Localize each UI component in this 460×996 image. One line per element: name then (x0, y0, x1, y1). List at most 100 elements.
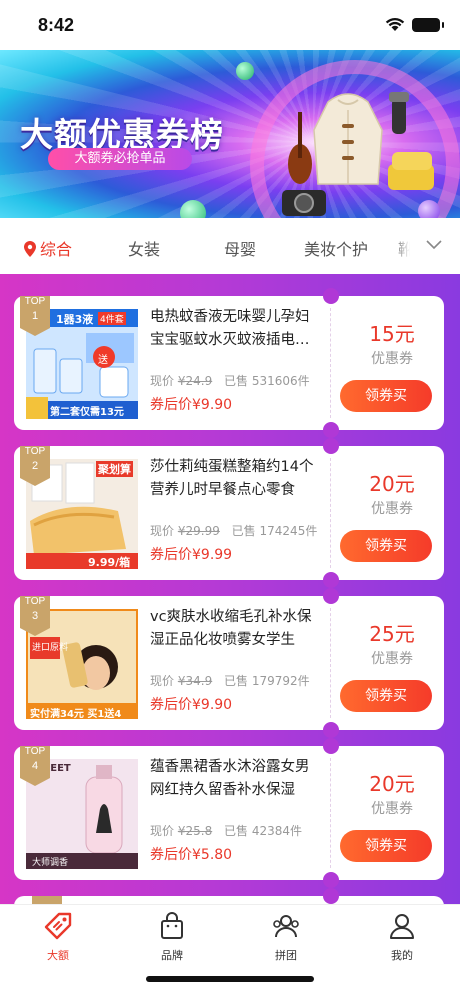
price-prefix: 现价 (150, 674, 175, 688)
thumb-text: 1器3液 (56, 313, 94, 326)
coupon-label: 优惠券 (371, 801, 413, 817)
nav-coupon[interactable]: 大额 (18, 911, 98, 963)
product-title[interactable]: 蕴香黑裙香水沐浴露女男网红持久留香补水保湿 (150, 756, 315, 802)
location-pin-icon (24, 241, 36, 257)
nav-label: 大额 (47, 949, 69, 962)
product-card[interactable]: 1器3液 4件套 送 第二套仅需13元 TOP 1 电热蚊香液无味婴儿孕妇宝宝驱… (14, 288, 444, 438)
thumb-bottom: 实付满34元 买1送4 (30, 709, 122, 719)
coupon-amount: 25元 (369, 622, 415, 646)
nav-label: 品牌 (161, 949, 183, 962)
rank-number: 2 (31, 460, 39, 472)
rank-badge: TOP 4 (20, 746, 50, 786)
product-title[interactable]: 莎仕莉纯蛋糕整箱约14个营养儿时早餐点心零食 (150, 456, 315, 502)
wifi-icon (385, 17, 405, 31)
bottom-tab-bar: 大额 品牌 拼团 我的 (0, 904, 460, 996)
coupon-amount: 15元 (369, 322, 415, 346)
product-card[interactable] (14, 888, 444, 904)
tab-beauty-care[interactable]: 美妆个护 (304, 236, 368, 260)
rank-number: 4 (31, 760, 39, 772)
original-price: ¥29.99 (177, 524, 220, 538)
sold-prefix: 已售 (224, 374, 249, 388)
product-meta: 现价 ¥29.99 已售 174245件 (150, 522, 317, 539)
banner-subtitle: 大额券必抢单品 (48, 148, 192, 170)
after-coupon-price: 券后价¥9.90 (150, 694, 232, 714)
card-divider (330, 608, 331, 718)
hero-banner[interactable]: 大额优惠券榜 大额券必抢单品 (0, 50, 460, 218)
price-prefix: 现价 (150, 824, 175, 838)
after-coupon-prefix: 券后价 (150, 547, 192, 563)
shopping-bag-icon (161, 912, 183, 939)
coupon-tag-icon (44, 912, 72, 940)
after-coupon-value: ¥5.80 (192, 847, 233, 863)
card-divider (330, 308, 331, 418)
battery-icon (412, 18, 444, 32)
nav-profile[interactable]: 我的 (362, 911, 442, 963)
coupon-label: 优惠券 (371, 351, 413, 367)
original-price: ¥24.9 (177, 374, 213, 388)
claim-coupon-button[interactable]: 领券买 (340, 530, 432, 562)
rank-number: 1 (31, 310, 39, 322)
nav-label: 我的 (391, 949, 413, 962)
after-coupon-price: 券后价¥5.80 (150, 844, 232, 864)
claim-coupon-button[interactable]: 领券买 (340, 380, 432, 412)
nav-label: 拼团 (275, 949, 297, 962)
card-notch (323, 588, 339, 604)
product-title[interactable]: vc爽肤水收缩毛孔补水保湿正品化妆喷雾女学生 (150, 606, 315, 652)
rank-top-label: TOP (24, 296, 46, 307)
sold-count: 179792件 (251, 674, 310, 688)
after-coupon-prefix: 券后价 (150, 697, 192, 713)
after-coupon-value: ¥9.90 (192, 697, 233, 713)
card-divider (330, 758, 331, 868)
product-card[interactable]: SWEET 大师调香 TOP 4 蕴香黑裙香水沐浴露女男网红持久留香补水保湿 现… (14, 738, 444, 888)
rank-top-label: TOP (24, 446, 46, 457)
sold-count: 42384件 (251, 824, 303, 838)
status-time: 8:42 (38, 15, 75, 35)
banner-orb (236, 62, 254, 80)
product-meta: 现价 ¥24.9 已售 531606件 (150, 372, 310, 389)
tab-mother-baby[interactable]: 母婴 (224, 236, 256, 260)
product-card[interactable]: 进口原料 实付满34元 买1送4 TOP 3 vc爽肤水收缩毛孔补水保湿正品化妆… (14, 588, 444, 738)
after-coupon-value: ¥9.99 (192, 547, 233, 563)
claim-coupon-button[interactable]: 领券买 (340, 680, 432, 712)
product-card[interactable]: 聚划算 9.99/箱 TOP 2 莎仕莉纯蛋糕整箱约14个营养儿时早餐点心零食 … (14, 438, 444, 588)
tab-women-clothing[interactable]: 女装 (128, 236, 160, 260)
home-indicator[interactable] (146, 976, 314, 982)
rank-badge: TOP 3 (20, 596, 50, 636)
card-notch (323, 872, 339, 888)
coupon-amount: 20元 (369, 472, 415, 496)
coupon-label: 优惠券 (371, 651, 413, 667)
product-meta: 现价 ¥34.9 已售 179792件 (150, 672, 310, 689)
sold-count: 531606件 (251, 374, 310, 388)
nav-group-buy[interactable]: 拼团 (246, 911, 326, 963)
thumb-bottom: 第二套仅需13元 (50, 407, 124, 418)
tab-comprehensive[interactable]: 综合 (24, 236, 72, 260)
rank-badge: TOP 2 (20, 446, 50, 486)
product-title[interactable]: 电热蚊香液无味婴儿孕妇宝宝驱蚊水灭蚊液插电式家用补充 (150, 306, 315, 352)
coupon-ranking-list[interactable]: 1器3液 4件套 送 第二套仅需13元 TOP 1 电热蚊香液无味婴儿孕妇宝宝驱… (0, 274, 460, 904)
card-notch (323, 888, 339, 904)
card-notch (323, 422, 339, 438)
nav-brand[interactable]: 品牌 (132, 911, 212, 963)
price-prefix: 现价 (150, 374, 175, 388)
rank-badge: TOP 1 (20, 296, 50, 336)
after-coupon-prefix: 券后价 (150, 397, 192, 413)
coupon-amount: 20元 (369, 772, 415, 796)
claim-coupon-button[interactable]: 领券买 (340, 830, 432, 862)
tab-label: 综合 (40, 240, 73, 259)
coupon-label: 优惠券 (371, 501, 413, 517)
sold-prefix: 已售 (231, 524, 256, 538)
original-price: ¥34.9 (177, 674, 213, 688)
rank-top-label: TOP (24, 596, 46, 607)
card-notch (323, 438, 339, 454)
rank-badge (32, 896, 62, 904)
sold-count: 174245件 (259, 524, 318, 538)
chevron-down-icon[interactable] (426, 240, 442, 250)
card-notch (323, 572, 339, 588)
rank-number: 3 (31, 610, 39, 622)
original-price: ¥25.8 (177, 824, 213, 838)
thumb-bottom: 大师调香 (32, 858, 69, 868)
thumb-corner: 送 (98, 355, 108, 366)
card-notch (323, 722, 339, 738)
category-tabs: 综合 女装 母婴 美妆个护 靴 (0, 218, 460, 274)
product-meta: 现价 ¥25.8 已售 42384件 (150, 822, 302, 839)
